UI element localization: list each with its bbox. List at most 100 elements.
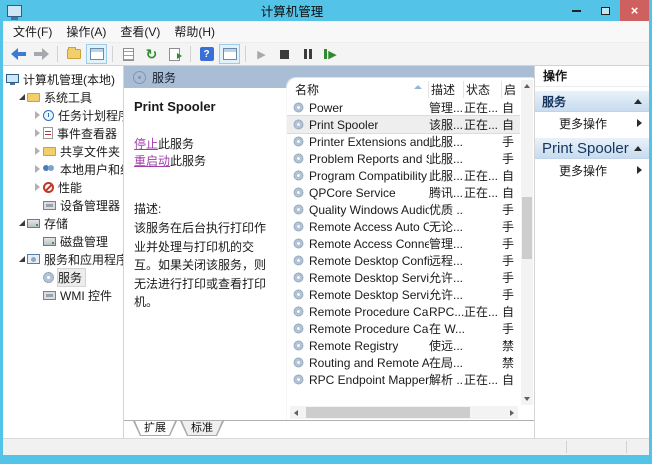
service-startup: 手 <box>502 133 520 150</box>
export-list-button[interactable] <box>164 44 185 64</box>
stop-icon <box>280 50 289 59</box>
collapse-icon[interactable] <box>634 146 642 151</box>
forward-button[interactable] <box>31 44 52 64</box>
service-startup: 手 <box>502 269 520 286</box>
tree-item-shared-folders[interactable]: 共享文件夹 <box>3 142 123 160</box>
vertical-scrollbar[interactable] <box>521 80 533 405</box>
service-row[interactable]: Printer Extensions and N...此服...手 <box>287 133 520 150</box>
back-arrow-icon <box>11 48 26 60</box>
menu-view[interactable]: 查看(V) <box>113 21 167 42</box>
title-bar: 计算机管理 × <box>3 0 649 21</box>
tree-item-storage[interactable]: 存储 <box>3 214 123 232</box>
tree-item-services-and-applications[interactable]: 服务和应用程序 <box>3 250 123 268</box>
service-row[interactable]: Remote Desktop Service...允许...手 <box>287 286 520 303</box>
scroll-down-button[interactable] <box>521 393 533 405</box>
expander-collapsed-icon[interactable] <box>32 111 43 119</box>
menu-action[interactable]: 操作(A) <box>59 21 113 42</box>
stop-service-link[interactable]: 停止 <box>134 137 158 151</box>
menu-help[interactable]: 帮助(H) <box>167 21 222 42</box>
more-actions-services[interactable]: 更多操作 <box>535 112 649 134</box>
column-header-description[interactable]: 描述 <box>429 81 464 98</box>
service-row[interactable]: Problem Reports and Sol...此服...手 <box>287 150 520 167</box>
expander-collapsed-icon[interactable] <box>32 183 43 191</box>
service-startup: 手 <box>502 235 520 252</box>
more-actions-print-spooler[interactable]: 更多操作 <box>535 159 649 181</box>
service-row[interactable]: Remote Desktop Services允许...手 <box>287 269 520 286</box>
up-one-level-button[interactable] <box>63 44 84 64</box>
back-button[interactable] <box>8 44 29 64</box>
service-row[interactable]: RPC Endpoint Mapper解析 ...正在...自 <box>287 371 520 388</box>
service-row[interactable]: Remote Procedure Call (...RPC...正在...自 <box>287 303 520 320</box>
tab-standard[interactable]: 标准 <box>180 421 224 436</box>
service-name: Remote Access Connecti... <box>309 237 429 251</box>
service-row[interactable]: Remote Desktop Configu...远程...手 <box>287 252 520 269</box>
service-row[interactable]: Quality Windows Audio V...优质 ...手 <box>287 201 520 218</box>
resume-service-button[interactable]: ▶ <box>320 44 341 64</box>
actions-section-print-spooler[interactable]: Print Spooler <box>535 137 649 159</box>
horizontal-scroll-thumb[interactable] <box>306 407 470 418</box>
service-gear-icon <box>294 341 304 351</box>
tree-item-computer-management-root[interactable]: 计算机管理(本地) <box>3 70 123 88</box>
services-pane-title: 服务 <box>152 69 176 86</box>
service-row[interactable]: QPCore Service腾讯...正在...自 <box>287 184 520 201</box>
service-row[interactable]: Routing and Remote Acc...在局...禁 <box>287 354 520 371</box>
expander-collapsed-icon[interactable] <box>32 147 43 155</box>
tree-item-disk-management[interactable]: 磁盘管理 <box>3 232 123 250</box>
maximize-button[interactable] <box>591 0 620 21</box>
tree-item-system-tools[interactable]: 系统工具 <box>3 88 123 106</box>
service-desc: 此服... <box>429 133 464 150</box>
expander-collapsed-icon[interactable] <box>32 129 43 137</box>
close-button[interactable]: × <box>620 0 649 21</box>
stop-service-button[interactable] <box>274 44 295 64</box>
collapse-icon[interactable] <box>634 99 642 104</box>
service-startup: 自 <box>502 303 520 320</box>
expander-collapsed-icon[interactable] <box>32 165 43 173</box>
show-console-tree-button[interactable] <box>86 44 107 64</box>
tree-item-label: 计算机管理(本地) <box>23 71 115 88</box>
vertical-scroll-thumb[interactable] <box>522 197 532 259</box>
tree-item-event-viewer[interactable]: 事件查看器 <box>3 124 123 142</box>
pause-service-button[interactable] <box>297 44 318 64</box>
expander-expanded-icon[interactable] <box>16 220 27 226</box>
minimize-button[interactable] <box>562 0 591 21</box>
tree-item-services[interactable]: 服务 <box>3 268 123 286</box>
service-row[interactable]: Remote Access Auto Con...无论...手 <box>287 218 520 235</box>
service-row-print-spooler[interactable]: Print Spooler该服...正在...自 <box>287 116 520 133</box>
horizontal-scrollbar[interactable] <box>290 406 518 419</box>
service-row[interactable]: Remote Procedure Call (...在 W...手 <box>287 320 520 337</box>
service-row[interactable]: Remote Access Connecti...管理...手 <box>287 235 520 252</box>
column-header-status[interactable]: 状态 <box>464 81 502 98</box>
local-users-icon <box>43 164 56 175</box>
restart-service-link[interactable]: 重启动 <box>134 154 170 168</box>
service-row[interactable]: Remote Registry使远...禁 <box>287 337 520 354</box>
tree-item-label: WMI 控件 <box>60 287 112 304</box>
tree-item-wmi-control[interactable]: WMI 控件 <box>3 286 123 304</box>
expander-expanded-icon[interactable] <box>16 256 27 262</box>
tree-item-task-scheduler[interactable]: 任务计划程序 <box>3 106 123 124</box>
expander-expanded-icon[interactable] <box>16 94 27 100</box>
tree-item-performance[interactable]: 性能 <box>3 178 123 196</box>
tree-item-local-users-groups[interactable]: 本地用户和组 <box>3 160 123 178</box>
menu-file[interactable]: 文件(F) <box>6 21 59 42</box>
show-action-pane-button[interactable] <box>219 44 240 64</box>
window-controls: × <box>562 0 649 21</box>
service-name: Remote Desktop Service... <box>309 288 429 302</box>
tab-extended[interactable]: 扩展 <box>133 421 177 436</box>
restart-service-suffix: 此服务 <box>170 154 206 168</box>
start-service-button[interactable]: ▶ <box>251 44 272 64</box>
refresh-icon: ↻ <box>146 47 158 61</box>
actions-section-services[interactable]: 服务 <box>535 90 649 112</box>
scroll-up-button[interactable] <box>521 80 533 92</box>
refresh-button[interactable]: ↻ <box>141 44 162 64</box>
service-row[interactable]: Program Compatibility A...此服...正在...自 <box>287 167 520 184</box>
scroll-right-button[interactable] <box>506 406 518 419</box>
column-header-startup-type[interactable]: 启 <box>502 81 520 98</box>
help-button[interactable]: ? <box>196 44 217 64</box>
column-header-name[interactable]: 名称 <box>293 81 429 98</box>
properties-button[interactable] <box>118 44 139 64</box>
service-desc: 管理... <box>429 99 464 116</box>
service-row-power[interactable]: Power管理...正在...自 <box>287 99 520 116</box>
tree-item-label: 性能 <box>58 179 82 196</box>
tree-item-device-manager[interactable]: 设备管理器 <box>3 196 123 214</box>
scroll-left-button[interactable] <box>290 406 302 419</box>
